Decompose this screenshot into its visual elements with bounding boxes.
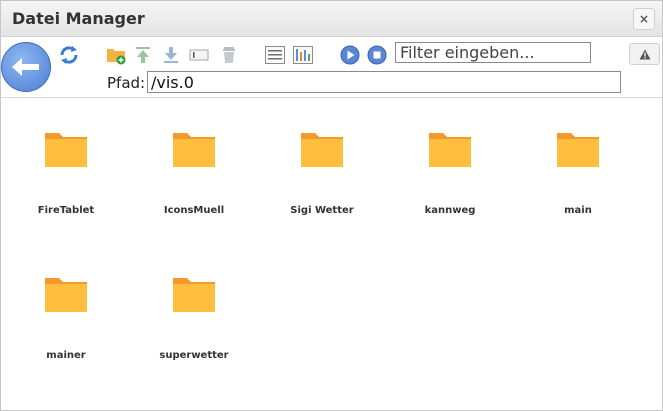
folder-icon bbox=[173, 278, 215, 312]
upload-button[interactable] bbox=[132, 44, 154, 66]
delete-icon bbox=[223, 47, 235, 63]
filter-input[interactable] bbox=[395, 42, 591, 63]
window-title: Datei Manager bbox=[12, 9, 145, 28]
back-button[interactable] bbox=[1, 42, 51, 92]
new-folder-icon bbox=[107, 49, 126, 65]
refresh-icon bbox=[60, 46, 78, 64]
tile-view-icon bbox=[293, 46, 313, 64]
folder-icon bbox=[429, 133, 471, 167]
folder-icon bbox=[45, 278, 87, 312]
folder-name: main bbox=[564, 205, 592, 216]
stop-button[interactable] bbox=[366, 44, 388, 66]
folder-item-mainer[interactable]: mainer bbox=[11, 243, 121, 361]
folder-name: Sigi Wetter bbox=[290, 205, 354, 216]
folder-name: superwetter bbox=[159, 350, 229, 361]
delete-button[interactable] bbox=[218, 44, 240, 66]
download-icon bbox=[164, 47, 178, 63]
new-folder-button[interactable] bbox=[105, 44, 127, 66]
warning-icon bbox=[639, 49, 650, 59]
rename-button[interactable] bbox=[188, 44, 210, 66]
title-bar: Datei Manager × bbox=[1, 1, 662, 37]
close-button[interactable]: × bbox=[633, 8, 655, 30]
folder-icon bbox=[173, 133, 215, 167]
folder-name: kannweg bbox=[424, 205, 476, 216]
back-icon bbox=[12, 58, 39, 76]
toolbar: Pfad: bbox=[1, 37, 662, 98]
folder-item-sigi-wetter[interactable]: Sigi Wetter bbox=[267, 98, 377, 216]
download-button[interactable] bbox=[160, 44, 182, 66]
file-manager-window: Datei Manager × Filter eingeben... Pfad:… bbox=[0, 0, 663, 411]
folder-name: IconsMuell bbox=[163, 205, 225, 216]
folder-item-kannweg[interactable]: kannweg bbox=[395, 98, 505, 216]
path-label: Pfad: bbox=[107, 74, 146, 92]
folder-item-iconsmuell[interactable]: IconsMuell bbox=[139, 98, 249, 216]
rename-icon bbox=[189, 49, 209, 61]
warning-button[interactable] bbox=[629, 43, 660, 65]
list-view-icon bbox=[265, 46, 285, 64]
stop-icon bbox=[367, 45, 387, 65]
folder-name: mainer bbox=[46, 350, 86, 361]
play-icon bbox=[340, 45, 360, 65]
folder-item-superwetter[interactable]: superwetter bbox=[139, 243, 249, 361]
play-button[interactable] bbox=[339, 44, 361, 66]
folder-item-firetablet[interactable]: FireTablet bbox=[11, 98, 121, 216]
upload-icon bbox=[136, 47, 150, 63]
refresh-button[interactable] bbox=[58, 44, 80, 66]
file-list: FireTablet IconsMuell Sigi Wetter kannwe… bbox=[1, 98, 662, 410]
folder-item-main[interactable]: main bbox=[523, 98, 633, 216]
tile-view-button[interactable] bbox=[292, 44, 314, 66]
path-input[interactable] bbox=[147, 71, 621, 93]
folder-icon bbox=[557, 133, 599, 167]
folder-name: FireTablet bbox=[37, 205, 95, 216]
folder-icon bbox=[301, 133, 343, 167]
folder-icon bbox=[45, 133, 87, 167]
list-view-button[interactable] bbox=[264, 44, 286, 66]
